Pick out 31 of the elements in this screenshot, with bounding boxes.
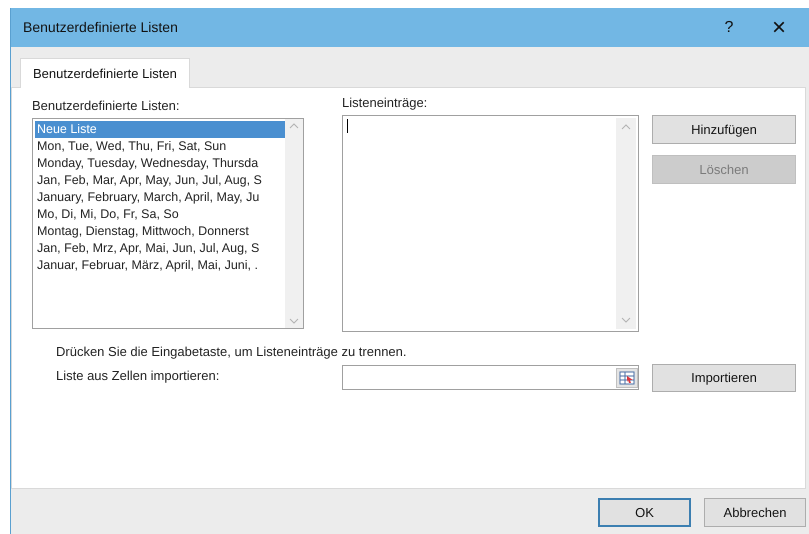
text-cursor: [347, 119, 348, 133]
field-label: Listeneinträge:: [342, 94, 428, 112]
list-item[interactable]: January, February, March, April, May, Ju: [35, 189, 285, 206]
list-item[interactable]: Montag, Dienstag, Mittwoch, Donnerst: [35, 223, 285, 240]
help-button[interactable]: ?: [709, 8, 749, 47]
ok-button[interactable]: OK: [598, 498, 691, 527]
list-item[interactable]: Jan, Feb, Mar, Apr, May, Jun, Jul, Aug, S: [35, 172, 285, 189]
scrollbar[interactable]: [285, 119, 303, 328]
entries-text-area[interactable]: [342, 115, 639, 332]
import-button[interactable]: Importieren: [652, 364, 796, 392]
window-title: Benutzerdefinierte Listen: [23, 18, 179, 37]
list-action-button[interactable]: Hinzufügen: [652, 115, 796, 144]
range-select-icon[interactable]: [616, 368, 638, 388]
list-item[interactable]: Jan, Feb, Mrz, Apr, Mai, Jun, Jul, Aug, S: [35, 240, 285, 257]
field-label: Benutzerdefinierte Listen:: [32, 97, 180, 115]
scroll-down-icon[interactable]: [289, 318, 299, 324]
scroll-up-icon[interactable]: [289, 123, 299, 129]
cancel-button[interactable]: Abbrechen: [704, 498, 806, 527]
close-button[interactable]: ×: [749, 8, 809, 47]
list-item[interactable]: Mo, Di, Mi, Do, Fr, Sa, So: [35, 206, 285, 223]
hint-text: Drücken Sie die Eingabetaste, um Listeneinträge zu trennen.: [56, 343, 408, 361]
list-box[interactable]: [32, 118, 304, 329]
scroll-down-icon[interactable]: [621, 317, 631, 323]
list-item[interactable]: Monday, Tuesday, Wednesday, Thursda: [35, 155, 285, 172]
scroll-up-icon[interactable]: [621, 124, 631, 130]
import-range-field[interactable]: [342, 365, 639, 390]
field-label: Liste aus Zellen importieren:: [56, 366, 220, 385]
scrollbar[interactable]: [616, 118, 636, 329]
list-item[interactable]: Januar, Februar, März, April, Mai, Juni, .: [35, 257, 285, 274]
list-item[interactable]: Mon, Tue, Wed, Thu, Fri, Sat, Sun: [35, 138, 285, 155]
tab[interactable]: Benutzerdefinierte Listen: [20, 58, 190, 88]
